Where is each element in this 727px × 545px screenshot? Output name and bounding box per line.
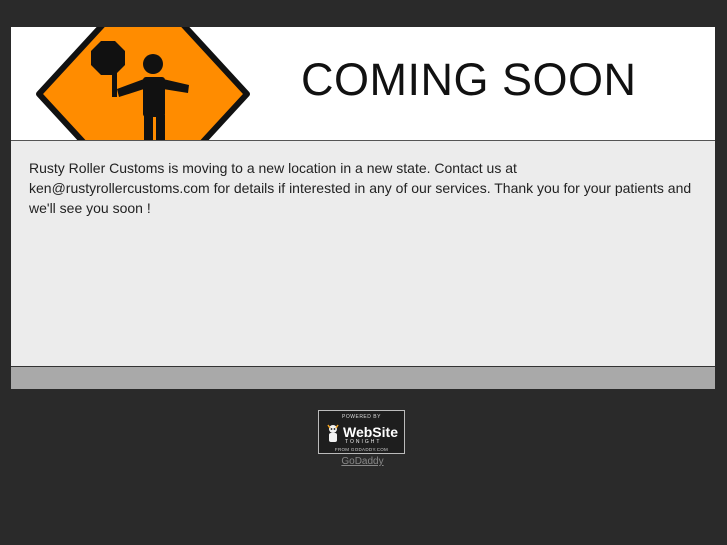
badge-main-text: WebSite [343, 424, 398, 440]
main-content: Rusty Roller Customs is moving to a new … [11, 141, 715, 367]
page-container: COMING SOON Rusty Roller Customs is movi… [11, 27, 715, 389]
construction-flagger-sign-icon [36, 27, 250, 140]
website-tonight-badge[interactable]: POWERED BY WebSite TONIGHT FROM GODADDY.… [318, 410, 405, 454]
footer-bar [11, 367, 715, 389]
announcement-text: Rusty Roller Customs is moving to a new … [29, 160, 692, 216]
godaddy-mascot-icon [327, 424, 339, 442]
godaddy-link[interactable]: GoDaddy [318, 456, 407, 467]
badge-bottom-text: FROM GODADDY.COM [334, 447, 389, 452]
page-title: COMING SOON [301, 54, 637, 105]
badge-powered-by-text: POWERED BY [342, 414, 381, 420]
badge-sub-text: TONIGHT [345, 439, 382, 445]
header-banner: COMING SOON [11, 27, 715, 141]
powered-by-section: POWERED BY WebSite TONIGHT FROM GODADDY.… [318, 410, 407, 467]
